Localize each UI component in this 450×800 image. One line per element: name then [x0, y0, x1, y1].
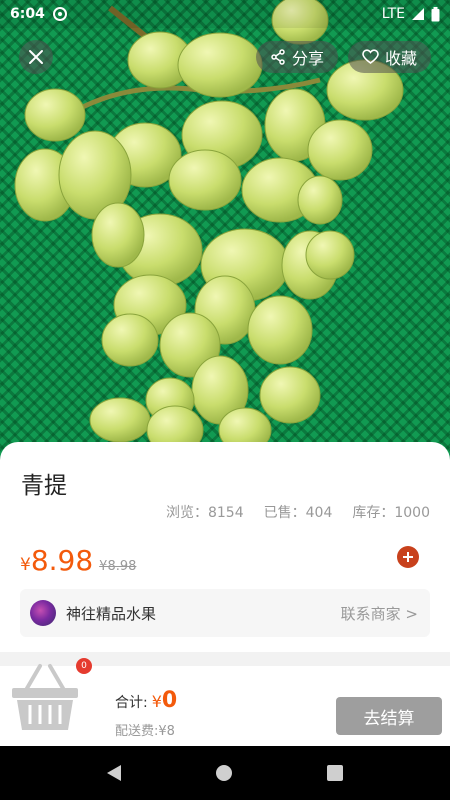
- favorite-label: 收藏: [385, 49, 418, 68]
- heart-icon: [362, 49, 379, 64]
- views-count: 浏览：8154: [165, 505, 244, 521]
- delivery-fee: 配送费:¥8: [115, 724, 175, 739]
- add-to-cart-button[interactable]: [397, 546, 419, 568]
- price-currency: ¥: [20, 555, 31, 575]
- status-right: LTE: [382, 6, 440, 22]
- signal-icon: [412, 8, 424, 20]
- share-icon: [271, 49, 285, 65]
- network-type: LTE: [381, 6, 405, 22]
- product-detail-screen: 6:04 LTE 分享 收藏 青提 浏览：8154 已售：404 库存：1000…: [0, 0, 450, 800]
- shop-avatar: [30, 600, 56, 626]
- shop-name: 神往精品水果: [66, 604, 157, 623]
- nav-recent-icon[interactable]: [326, 765, 343, 781]
- status-bar: 6:04 LTE: [0, 0, 450, 28]
- contact-merchant-link[interactable]: 联系商家 >: [341, 603, 418, 624]
- close-icon: [29, 50, 43, 64]
- basket-icon: [12, 664, 78, 730]
- share-button[interactable]: 分享: [256, 41, 339, 73]
- share-label: 分享: [292, 49, 325, 68]
- plus-icon: [403, 552, 413, 562]
- sold-count: 已售：404: [263, 505, 333, 521]
- nav-back-icon[interactable]: [107, 765, 122, 781]
- nav-home-icon[interactable]: [215, 765, 232, 781]
- total-value: 0: [161, 688, 178, 713]
- current-price: 8.98: [30, 544, 94, 577]
- notification-icon: [52, 7, 67, 21]
- product-title: 青提: [21, 473, 67, 499]
- stock-count: 库存：1000: [352, 505, 430, 521]
- cart-button[interactable]: [10, 660, 80, 734]
- product-stats: 浏览：8154 已售：404 库存：1000: [166, 502, 430, 522]
- total-label: 合计:: [115, 695, 148, 711]
- close-button[interactable]: [19, 40, 53, 74]
- product-info-panel: 青提 浏览：8154 已售：404 库存：1000 ¥ 8.98 ¥8.98 神…: [0, 442, 450, 667]
- original-price: ¥8.98: [99, 559, 137, 574]
- checkout-button[interactable]: 去结算: [336, 697, 442, 735]
- battery-icon: [431, 6, 440, 21]
- cart-count-badge: 0: [76, 658, 92, 674]
- cart-bar: 0 合计: ¥ 0 配送费:¥8 去结算: [0, 658, 450, 746]
- status-time: 6:04: [10, 6, 45, 22]
- price-row: ¥ 8.98 ¥8.98: [20, 544, 136, 577]
- navigation-bar: [0, 746, 450, 800]
- shop-row[interactable]: 神往精品水果 联系商家 >: [20, 589, 430, 637]
- cart-total: 合计: ¥ 0: [115, 688, 177, 713]
- favorite-button[interactable]: 收藏: [348, 41, 432, 73]
- total-currency: ¥: [151, 692, 162, 711]
